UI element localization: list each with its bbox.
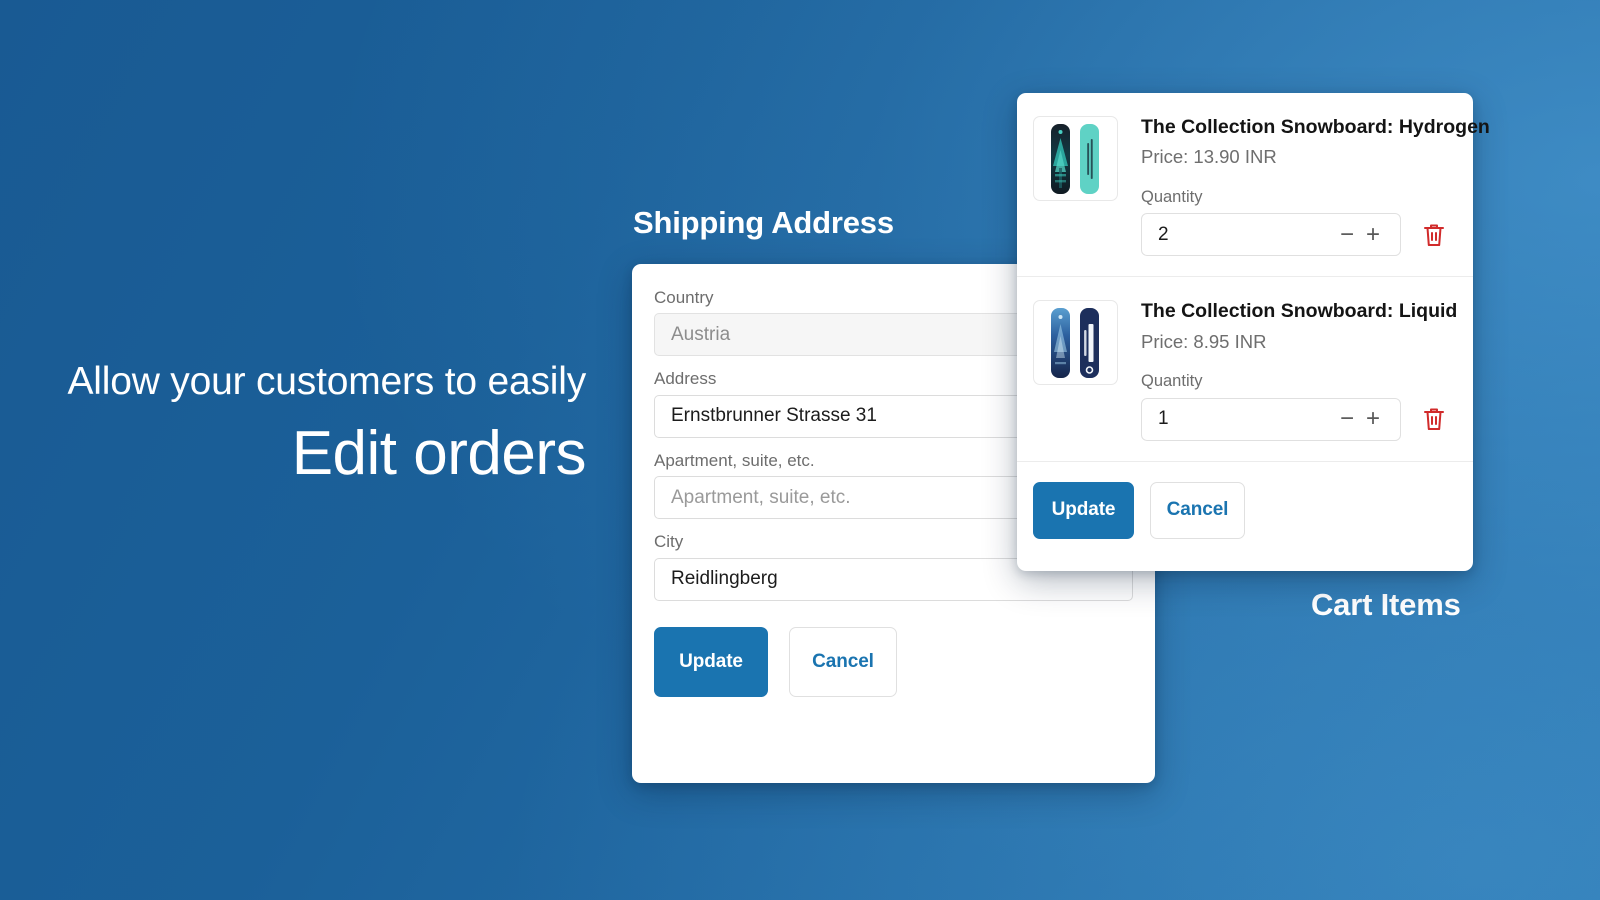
cart-items-panel: The Collection Snowboard: Hydrogen Price… [1017,93,1490,571]
cart-update-button[interactable]: Update [1033,481,1134,539]
quantity-increment-button[interactable]: + [1360,222,1386,248]
cart-item-price: Price: 13.90 INR [1141,146,1277,168]
cart-action-row: Update Cancel [1033,481,1449,539]
shipping-form-actions: Update Cancel [654,626,1133,697]
cart-item: The Collection Snowboard: Liquid Price: … [1017,276,1473,460]
remove-item-button[interactable] [1419,404,1449,434]
hero-text: Allow your customers to easily Edit orde… [0,360,600,492]
trash-icon [1424,224,1444,246]
cart-cancel-button[interactable]: Cancel [1150,481,1245,539]
quantity-stepper[interactable]: 2 − + [1141,213,1401,257]
quantity-stepper[interactable]: 1 − + [1141,397,1401,441]
quantity-value: 2 [1158,223,1169,245]
cart-item-quantity-row: 2 − + [1141,213,1449,257]
cart-item-quantity-label: Quantity [1141,371,1203,390]
cart-item: The Collection Snowboard: Hydrogen Price… [1017,93,1490,276]
cart-item-body: The Collection Snowboard: Hydrogen Price… [1141,116,1490,257]
hero-subheadline: Allow your customers to easily [67,360,586,403]
shipping-cancel-button[interactable]: Cancel [789,626,897,697]
cart-item-body: The Collection Snowboard: Liquid Price: … [1141,300,1458,441]
quantity-decrement-button[interactable]: − [1334,222,1360,248]
quantity-value: 1 [1158,408,1169,430]
snowboard-hydrogen-thumbnail [1033,116,1118,201]
cart-items-caption: Cart Items [1311,587,1461,622]
hero-headline: Edit orders [291,418,587,488]
shipping-update-button[interactable]: Update [654,626,768,697]
cart-actions: Update Cancel [1017,460,1473,539]
cart-item-title: The Collection Snowboard: Liquid [1141,300,1458,323]
quantity-decrement-button[interactable]: − [1334,406,1360,432]
cart-item-quantity-label: Quantity [1141,187,1203,206]
cart-item-quantity-row: 1 − + [1141,397,1449,441]
quantity-increment-button[interactable]: + [1360,406,1386,432]
shipping-address-caption: Shipping Address [633,205,894,240]
remove-item-button[interactable] [1419,220,1449,250]
cart-item-price: Price: 8.95 INR [1141,330,1267,352]
snowboard-liquid-thumbnail [1033,300,1118,386]
trash-icon [1424,408,1444,431]
cart-item-title: The Collection Snowboard: Hydrogen [1141,116,1490,138]
